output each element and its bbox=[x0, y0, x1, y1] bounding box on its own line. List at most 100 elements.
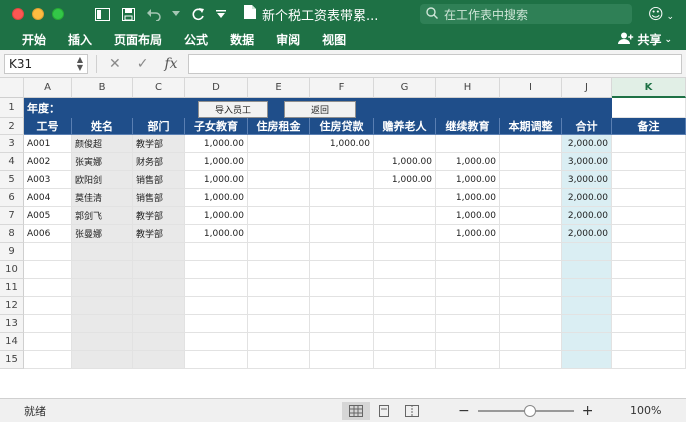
empty-cell[interactable] bbox=[310, 297, 374, 315]
data-cell[interactable]: 1,000.00 bbox=[436, 207, 500, 225]
cell-K1[interactable] bbox=[612, 98, 686, 118]
empty-cell[interactable] bbox=[374, 279, 436, 297]
data-cell[interactable]: 2,000.00 bbox=[562, 207, 612, 225]
customize-toolbar-icon[interactable] bbox=[216, 6, 226, 22]
empty-cell[interactable] bbox=[612, 351, 686, 369]
back-button[interactable]: 返回 bbox=[284, 101, 356, 118]
zoom-in-button[interactable]: + bbox=[582, 403, 594, 419]
empty-cell[interactable] bbox=[72, 279, 133, 297]
row-header-9[interactable]: 9 bbox=[0, 243, 24, 261]
empty-cell[interactable] bbox=[133, 297, 185, 315]
empty-cell[interactable] bbox=[185, 243, 248, 261]
empty-cell[interactable] bbox=[562, 351, 612, 369]
data-cell[interactable]: 2,000.00 bbox=[562, 135, 612, 153]
empty-cell[interactable] bbox=[436, 243, 500, 261]
close-window-button[interactable] bbox=[12, 8, 24, 20]
empty-cell[interactable] bbox=[24, 279, 72, 297]
data-cell[interactable] bbox=[374, 135, 436, 153]
empty-cell[interactable] bbox=[612, 297, 686, 315]
empty-cell[interactable] bbox=[248, 279, 310, 297]
empty-cell[interactable] bbox=[436, 261, 500, 279]
row-header-11[interactable]: 11 bbox=[0, 279, 24, 297]
data-cell[interactable] bbox=[500, 207, 562, 225]
data-cell[interactable] bbox=[612, 153, 686, 171]
data-cell[interactable] bbox=[500, 189, 562, 207]
column-header-d[interactable]: D bbox=[185, 78, 248, 98]
empty-cell[interactable] bbox=[612, 315, 686, 333]
data-cell[interactable]: 1,000.00 bbox=[436, 189, 500, 207]
row-header-6[interactable]: 6 bbox=[0, 189, 24, 207]
name-box-stepper-icon[interactable]: ▲ ▼ bbox=[77, 55, 83, 72]
sidebar-toggle-icon[interactable] bbox=[94, 6, 110, 22]
empty-cell[interactable] bbox=[374, 243, 436, 261]
data-cell[interactable]: 1,000.00 bbox=[185, 225, 248, 243]
tab-view[interactable]: 视图 bbox=[311, 31, 357, 48]
empty-cell[interactable] bbox=[248, 333, 310, 351]
header-cell-i[interactable]: 本期调整 bbox=[500, 118, 562, 135]
row-header-5[interactable]: 5 bbox=[0, 171, 24, 189]
empty-cell[interactable] bbox=[500, 351, 562, 369]
empty-cell[interactable] bbox=[562, 261, 612, 279]
data-cell[interactable]: 3,000.00 bbox=[562, 153, 612, 171]
tab-insert[interactable]: 插入 bbox=[57, 31, 103, 48]
data-cell[interactable] bbox=[612, 171, 686, 189]
empty-cell[interactable] bbox=[133, 351, 185, 369]
empty-cell[interactable] bbox=[185, 297, 248, 315]
empty-cell[interactable] bbox=[24, 243, 72, 261]
data-cell[interactable] bbox=[612, 225, 686, 243]
data-cell[interactable] bbox=[374, 189, 436, 207]
insert-function-icon[interactable]: fx bbox=[164, 56, 177, 72]
name-box[interactable]: K31 ▲ ▼ bbox=[4, 53, 88, 74]
data-cell[interactable]: 1,000.00 bbox=[310, 135, 374, 153]
empty-cell[interactable] bbox=[24, 333, 72, 351]
header-cell-j[interactable]: 合计 bbox=[562, 118, 612, 135]
data-cell[interactable]: 莫佳清 bbox=[72, 189, 133, 207]
data-cell[interactable]: 张寅娜 bbox=[72, 153, 133, 171]
data-cell[interactable] bbox=[500, 171, 562, 189]
tab-home[interactable]: 开始 bbox=[11, 31, 57, 48]
data-cell[interactable]: 3,000.00 bbox=[562, 171, 612, 189]
data-cell[interactable] bbox=[374, 225, 436, 243]
empty-cell[interactable] bbox=[436, 351, 500, 369]
data-cell[interactable]: 1,000.00 bbox=[436, 171, 500, 189]
empty-cell[interactable] bbox=[24, 297, 72, 315]
confirm-edit-icon[interactable]: ✓ bbox=[137, 56, 149, 72]
empty-cell[interactable] bbox=[374, 315, 436, 333]
row-header-4[interactable]: 4 bbox=[0, 153, 24, 171]
empty-cell[interactable] bbox=[374, 351, 436, 369]
row-header-2[interactable]: 2 bbox=[0, 118, 24, 135]
empty-cell[interactable] bbox=[500, 297, 562, 315]
empty-cell[interactable] bbox=[436, 315, 500, 333]
empty-cell[interactable] bbox=[310, 351, 374, 369]
page-layout-view-icon[interactable] bbox=[370, 402, 398, 420]
empty-cell[interactable] bbox=[248, 261, 310, 279]
select-all-corner[interactable] bbox=[0, 78, 24, 98]
import-employees-button[interactable]: 导入员工 bbox=[198, 101, 268, 118]
empty-cell[interactable] bbox=[500, 243, 562, 261]
empty-cell[interactable] bbox=[133, 333, 185, 351]
empty-cell[interactable] bbox=[310, 315, 374, 333]
data-cell[interactable]: A003 bbox=[24, 171, 72, 189]
data-cell[interactable]: 张曼娜 bbox=[72, 225, 133, 243]
empty-cell[interactable] bbox=[72, 297, 133, 315]
empty-cell[interactable] bbox=[248, 297, 310, 315]
empty-cell[interactable] bbox=[248, 351, 310, 369]
data-cell[interactable]: 教学部 bbox=[133, 225, 185, 243]
empty-cell[interactable] bbox=[72, 351, 133, 369]
empty-cell[interactable] bbox=[185, 315, 248, 333]
empty-cell[interactable] bbox=[185, 333, 248, 351]
header-cell-a[interactable]: 工号 bbox=[24, 118, 72, 135]
empty-cell[interactable] bbox=[562, 333, 612, 351]
formula-input[interactable] bbox=[187, 53, 682, 74]
column-header-b[interactable]: B bbox=[72, 78, 133, 98]
empty-cell[interactable] bbox=[310, 333, 374, 351]
column-header-k[interactable]: K bbox=[612, 78, 686, 98]
empty-cell[interactable] bbox=[500, 279, 562, 297]
share-button[interactable]: 共享 ⌄ bbox=[618, 31, 672, 48]
header-cell-c[interactable]: 部门 bbox=[133, 118, 185, 135]
column-header-i[interactable]: I bbox=[500, 78, 562, 98]
data-cell[interactable]: 郭剑飞 bbox=[72, 207, 133, 225]
empty-cell[interactable] bbox=[436, 279, 500, 297]
redo-icon[interactable] bbox=[190, 6, 206, 22]
data-cell[interactable]: 欧阳剑 bbox=[72, 171, 133, 189]
